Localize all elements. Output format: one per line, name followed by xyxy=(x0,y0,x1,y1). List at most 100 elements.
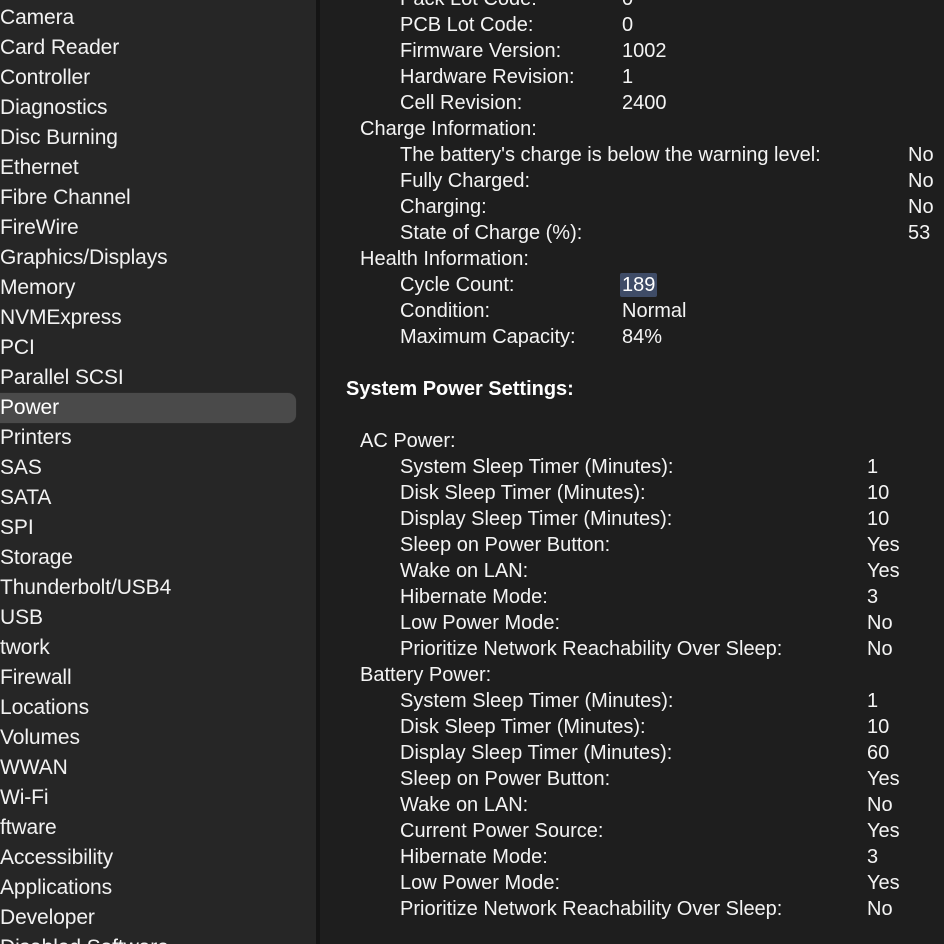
power-setting-row[interactable]: Low Power Mode: No xyxy=(320,610,944,636)
report-row-label: System Sleep Timer (Minutes): xyxy=(400,456,674,478)
health-information-row[interactable]: Maximum Capacity: 84% xyxy=(320,324,944,350)
power-setting-row[interactable]: Disk Sleep Timer (Minutes): 10 xyxy=(320,480,944,506)
report-row-label: Cell Revision: xyxy=(400,92,523,114)
sidebar-item-ftware[interactable]: ftware xyxy=(0,813,316,843)
sidebar-item-card-reader[interactable]: Card Reader xyxy=(0,33,316,63)
charge-information-row[interactable]: Charging: No xyxy=(320,194,944,220)
sidebar-item-fibre-channel[interactable]: Fibre Channel xyxy=(0,183,316,213)
health-information-row[interactable]: Condition: Normal xyxy=(320,298,944,324)
report-row-label: Maximum Capacity: xyxy=(400,326,576,348)
sidebar-item-wi-fi[interactable]: Wi-Fi xyxy=(0,783,316,813)
sidebar-item-controller[interactable]: Controller xyxy=(0,63,316,93)
sidebar-item-label: FireWire xyxy=(0,216,79,239)
system-power-settings-title[interactable]: System Power Settings: xyxy=(320,376,944,402)
sidebar-item-volumes[interactable]: Volumes xyxy=(0,723,316,753)
power-setting-row[interactable]: Display Sleep Timer (Minutes): 60 xyxy=(320,740,944,766)
power-setting-row[interactable]: Display Sleep Timer (Minutes): 10 xyxy=(320,506,944,532)
report-row-value: Yes xyxy=(867,560,900,582)
report-row-label: Low Power Mode: xyxy=(400,872,561,894)
sidebar-item-graphics-displays[interactable]: Graphics/Displays xyxy=(0,243,316,273)
report-row-value: 60 xyxy=(867,742,890,764)
sidebar-item-diagnostics[interactable]: Diagnostics xyxy=(0,93,316,123)
power-setting-row[interactable]: Current Power Source: Yes xyxy=(320,818,944,844)
report-row-value: 10 xyxy=(867,482,890,504)
battery-info-row[interactable]: PCB Lot Code: 0 xyxy=(320,12,944,38)
sidebar-item-camera[interactable]: Camera xyxy=(0,3,316,33)
sidebar-item-storage[interactable]: Storage xyxy=(0,543,316,573)
sidebar-item-spi[interactable]: SPI xyxy=(0,513,316,543)
sidebar-item-firewire[interactable]: FireWire xyxy=(0,213,316,243)
power-setting-row[interactable]: System Sleep Timer (Minutes): 1 xyxy=(320,688,944,714)
sidebar-item-twork[interactable]: twork xyxy=(0,633,316,663)
sidebar-item-applications[interactable]: Applications xyxy=(0,873,316,903)
sidebar-item-label: Ethernet xyxy=(0,156,79,179)
power-setting-row[interactable]: Prioritize Network Reachability Over Sle… xyxy=(320,636,944,662)
power-setting-row[interactable]: Wake on LAN: No xyxy=(320,792,944,818)
sidebar-item-printers[interactable]: Printers xyxy=(0,423,316,453)
sidebar-item-label: twork xyxy=(0,636,50,659)
sidebar-item-accessibility[interactable]: Accessibility xyxy=(0,843,316,873)
report-row-value: 0 xyxy=(622,14,634,36)
report-row-value: 1 xyxy=(867,456,879,478)
report-row-value: 3 xyxy=(867,586,879,608)
sidebar-item-label: Disabled Software xyxy=(0,933,316,944)
sidebar-item-usb[interactable]: USB xyxy=(0,603,316,633)
charge-information-heading[interactable]: Charge Information: xyxy=(320,116,944,142)
sidebar-item-sas[interactable]: SAS xyxy=(0,453,316,483)
sidebar-item-thunderbolt-usb4[interactable]: Thunderbolt/USB4 xyxy=(0,573,316,603)
sidebar-item-sata[interactable]: SATA xyxy=(0,483,316,513)
sidebar-item-parallel-scsi[interactable]: Parallel SCSI xyxy=(0,363,316,393)
battery-info-row[interactable]: Firmware Version: 1002 xyxy=(320,38,944,64)
sidebar-item-developer[interactable]: Developer xyxy=(0,903,316,933)
sidebar-item-nvmexpress[interactable]: NVMExpress xyxy=(0,303,316,333)
report-row-label: Prioritize Network Reachability Over Sle… xyxy=(400,898,783,920)
health-information-heading[interactable]: Health Information: xyxy=(320,246,944,272)
charge-information-row[interactable]: Fully Charged: No xyxy=(320,168,944,194)
power-setting-row[interactable]: Hibernate Mode: 3 xyxy=(320,844,944,870)
power-setting-row[interactable]: Hibernate Mode: 3 xyxy=(320,584,944,610)
sidebar-item-label: Disc Burning xyxy=(0,126,118,149)
sidebar-category-list[interactable]: Camera Card Reader Controller Diagnostics Di… xyxy=(0,3,316,944)
sidebar-item-label: WWAN xyxy=(0,756,68,779)
battery-info-row[interactable]: Pack Lot Code: 0 xyxy=(320,0,944,12)
sidebar-item-label: Wi-Fi xyxy=(0,786,49,809)
sidebar-item-label: Parallel SCSI xyxy=(0,366,124,389)
report-row-value: No xyxy=(867,638,893,660)
charge-information-row[interactable]: The battery's charge is below the warnin… xyxy=(320,142,944,168)
power-setting-row[interactable]: Prioritize Network Reachability Over Sle… xyxy=(320,896,944,922)
power-group-heading[interactable]: Battery Power: xyxy=(320,662,944,688)
report-row-value: No xyxy=(908,170,934,192)
power-setting-row[interactable]: Sleep on Power Button: Yes xyxy=(320,766,944,792)
power-setting-row[interactable]: Disk Sleep Timer (Minutes): 10 xyxy=(320,714,944,740)
sidebar-item-ethernet[interactable]: Ethernet xyxy=(0,153,316,183)
report-row-label: Condition: xyxy=(400,300,491,322)
power-setting-row[interactable]: Sleep on Power Button: Yes xyxy=(320,532,944,558)
report-row-value: Yes xyxy=(867,872,900,894)
power-setting-row[interactable]: Low Power Mode: Yes xyxy=(320,870,944,896)
sidebar-item-label: USB xyxy=(0,606,43,629)
battery-info-row[interactable]: Cell Revision: 2400 xyxy=(320,90,944,116)
sidebar-item-memory[interactable]: Memory xyxy=(0,273,316,303)
power-setting-row[interactable]: System Sleep Timer (Minutes): 1 xyxy=(320,454,944,480)
report-content-pane[interactable]: Pack Lot Code:0PCB Lot Code:0Firmware Ve… xyxy=(320,0,944,944)
sidebar-item-label: Power xyxy=(0,396,60,419)
sidebar-item-power[interactable]: Power xyxy=(0,393,296,423)
sidebar-item-wwan[interactable]: WWAN xyxy=(0,753,316,783)
health-information-row[interactable]: Cycle Count: 189 xyxy=(320,272,944,298)
charge-information-row[interactable]: State of Charge (%): 53 xyxy=(320,220,944,246)
sidebar-item-disabled-software[interactable]: Disabled Software xyxy=(0,933,316,944)
power-group-heading[interactable]: AC Power: xyxy=(320,428,944,454)
sidebar-item-firewall[interactable]: Firewall xyxy=(0,663,316,693)
sidebar-item-locations[interactable]: Locations xyxy=(0,693,316,723)
sidebar[interactable]: Camera Card Reader Controller Diagnostics Di… xyxy=(0,0,316,944)
sidebar-item-disc-burning[interactable]: Disc Burning xyxy=(0,123,316,153)
sidebar-item-pci[interactable]: PCI xyxy=(0,333,316,363)
sidebar-item-label: Storage xyxy=(0,546,73,569)
report-row-value: 10 xyxy=(867,716,890,738)
report-row-value: 10 xyxy=(867,508,890,530)
power-setting-row[interactable]: Wake on LAN: Yes xyxy=(320,558,944,584)
battery-info-row[interactable]: Hardware Revision: 1 xyxy=(320,64,944,90)
report-row-label: The battery's charge is below the warnin… xyxy=(400,144,821,166)
report-row-label: State of Charge (%): xyxy=(400,222,583,244)
